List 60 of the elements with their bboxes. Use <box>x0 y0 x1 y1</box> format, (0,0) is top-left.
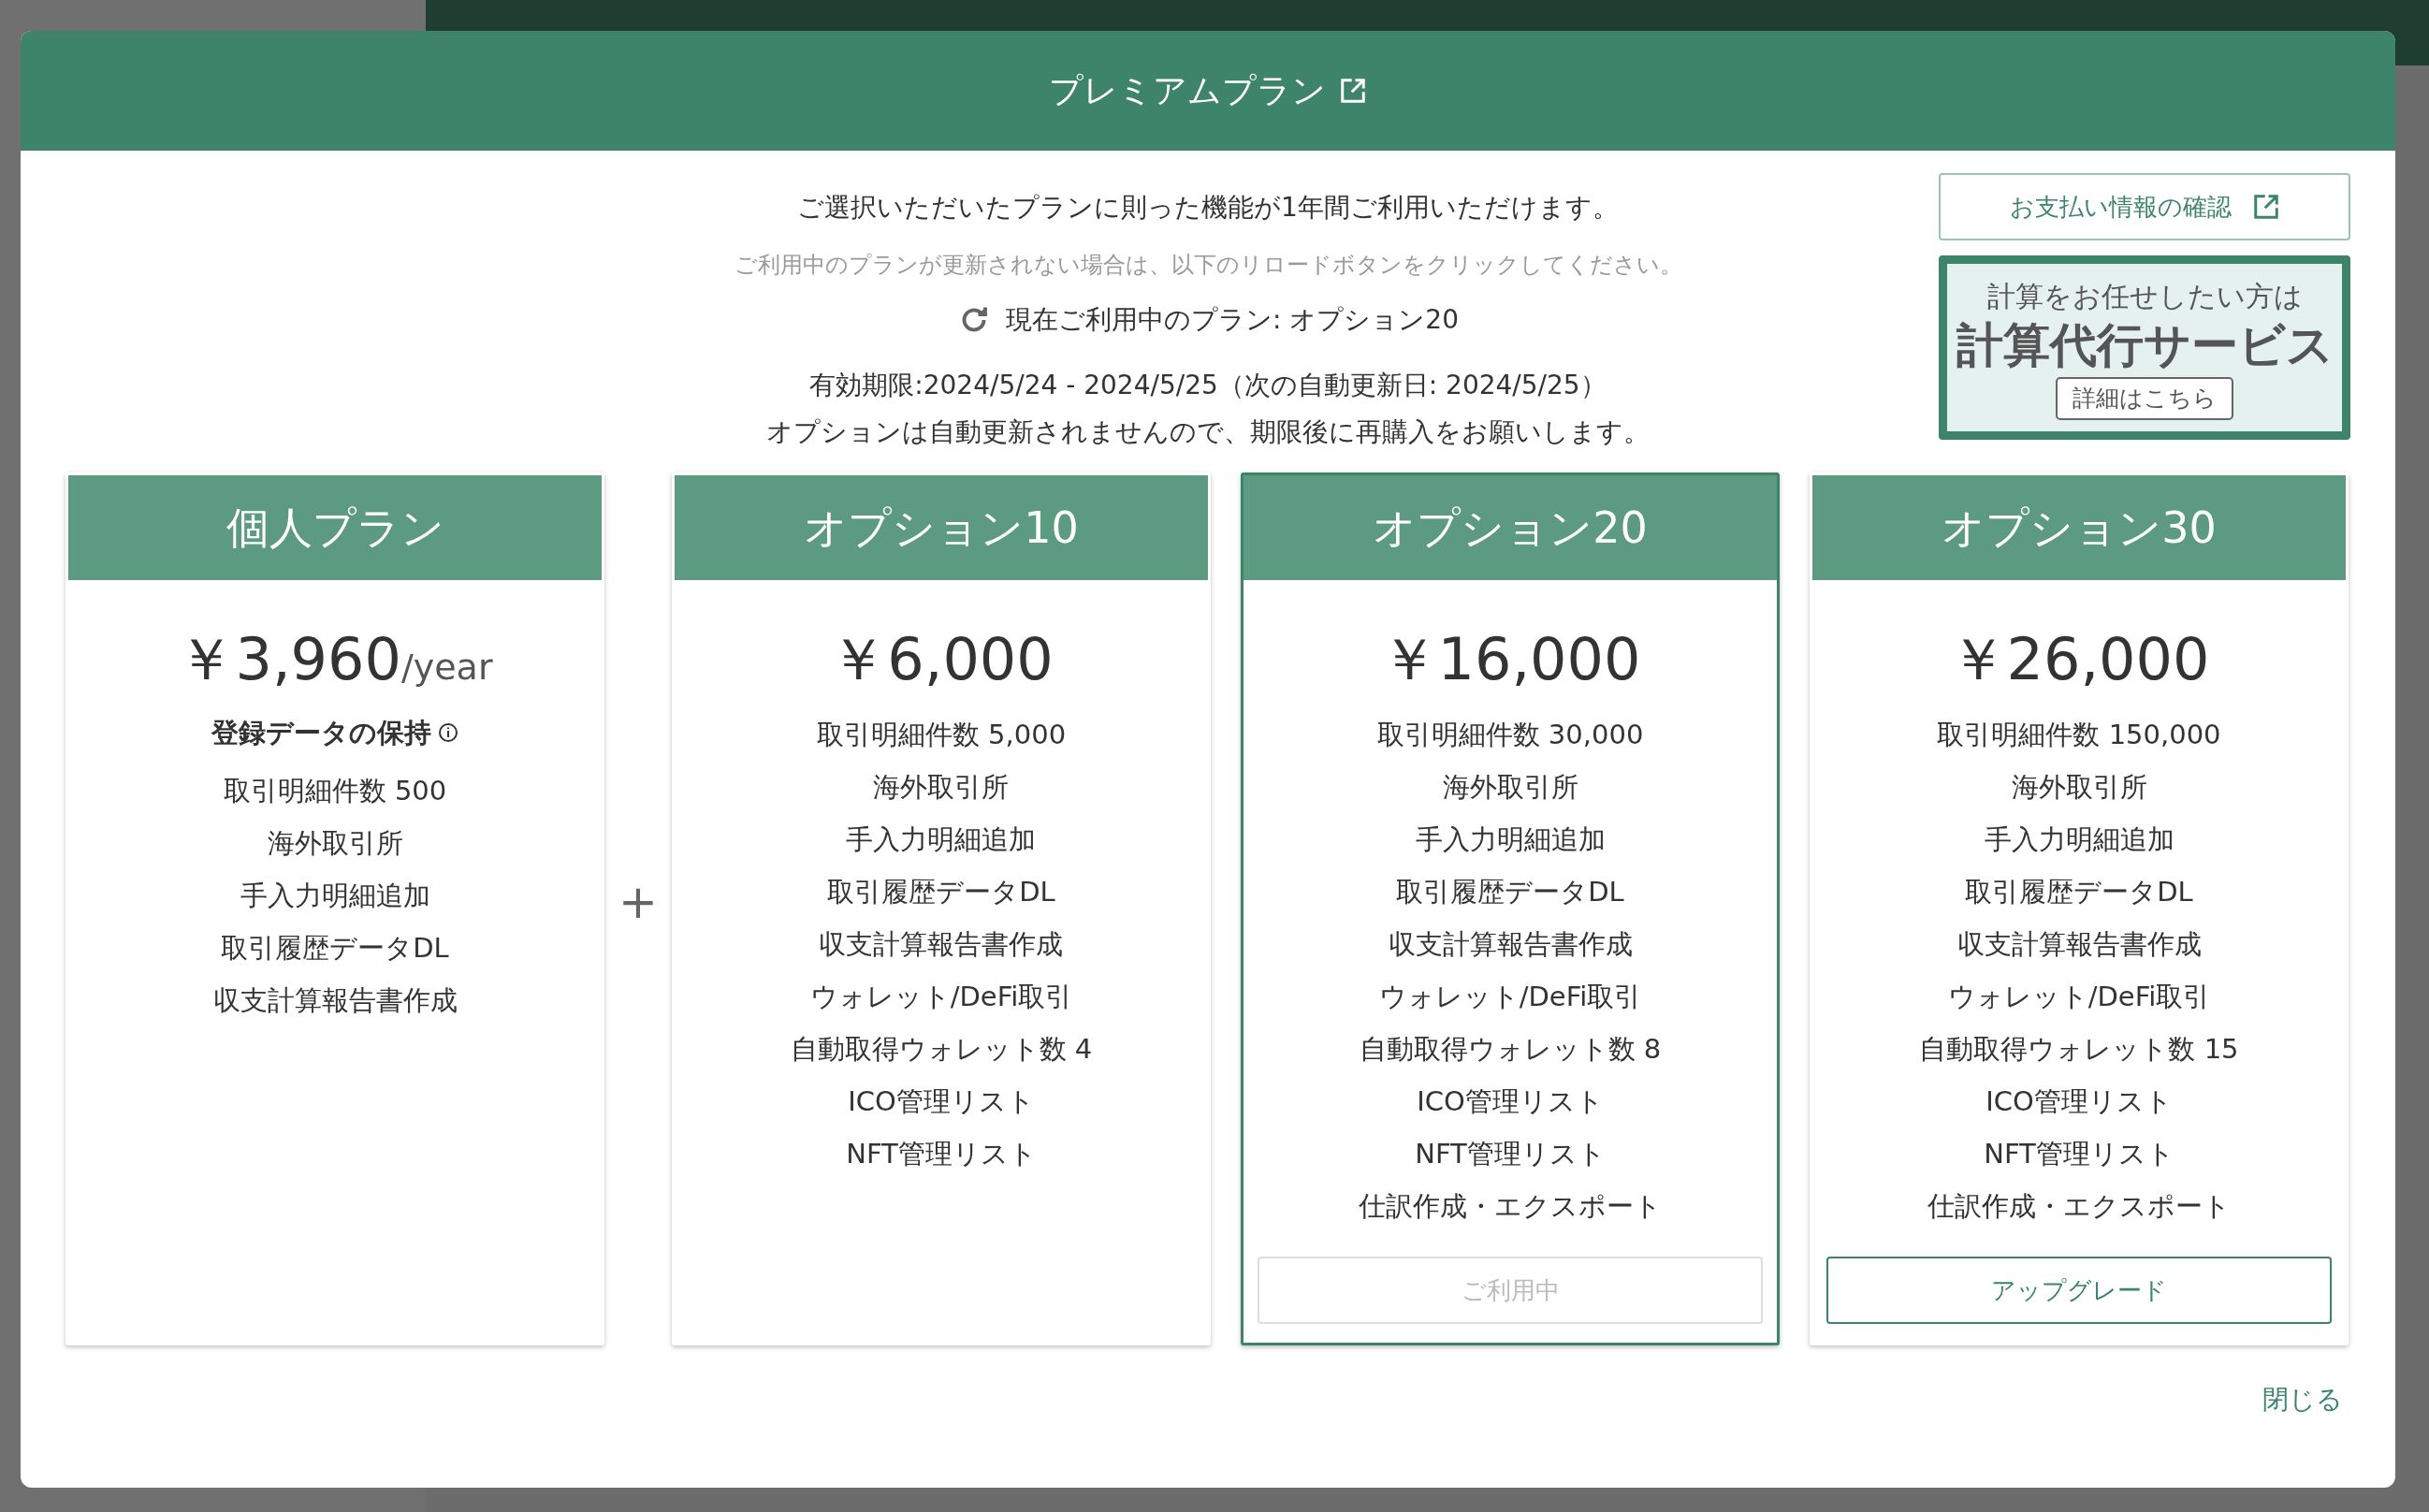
feature-text: ウォレット/DeFi取引 <box>809 980 1073 1014</box>
feature-text: ICO管理リスト <box>848 1084 1035 1119</box>
feature-text: ウォレット/DeFi取引 <box>1378 980 1642 1014</box>
info-icon[interactable] <box>436 721 459 744</box>
plan-title: オプション20 <box>1244 475 1777 580</box>
feature-text: 取引明細件数 5,000 <box>816 718 1067 752</box>
validity-text: 有効期限:2024/5/24 - 2024/5/25（次の自動更新日: 2024/5/25） <box>809 369 1607 402</box>
feature-text: 取引履歴データDL <box>1965 875 2193 909</box>
plan-title: 個人プラン <box>68 475 602 580</box>
feature-text: 取引明細件数 500 <box>223 774 447 808</box>
details-button[interactable]: 詳細はこちら <box>2056 377 2233 420</box>
feature-text: 海外取引所 <box>873 770 1010 805</box>
retention-text: 登録データの保持 <box>211 716 431 750</box>
feature-text: 手入力明細追加 <box>1415 822 1606 857</box>
feature-text: 海外取引所 <box>2011 770 2147 805</box>
feature-text: 海外取引所 <box>267 826 403 861</box>
upgrade-button[interactable]: アップグレード <box>1826 1257 2332 1324</box>
feature-text: NFT管理リスト <box>846 1137 1037 1171</box>
feature-text: ICO管理リスト <box>1985 1084 2173 1119</box>
intro-text: ご選択いただいたプランに則った機能が1年間ご利用いただけます。 <box>797 191 1619 225</box>
price-period: /year <box>400 646 493 690</box>
plan-price: ￥26,000 <box>1948 624 2210 695</box>
promo-title: 計算代行サービス <box>1956 317 2334 373</box>
feature-text: 収支計算報告書作成 <box>819 927 1064 962</box>
feature-text: 取引履歴データDL <box>827 875 1055 909</box>
payment-info-button[interactable]: お支払い情報の確認 <box>1939 173 2350 240</box>
feature-text: ICO管理リスト <box>1417 1084 1604 1119</box>
feature-text: 手入力明細追加 <box>240 879 430 913</box>
feature-text: 仕訳作成・エクスポート <box>1927 1189 2231 1224</box>
current-plan-text: 現在ご利用中のプラン: オプション20 <box>1006 303 1459 337</box>
feature-text: 収支計算報告書作成 <box>1388 927 1633 962</box>
feature-text: 海外取引所 <box>1442 770 1578 805</box>
feature-text: 収支計算報告書作成 <box>212 983 458 1018</box>
feature-text: 自動取得ウォレット数 4 <box>790 1032 1093 1067</box>
close-button[interactable]: 閉じる <box>2262 1380 2343 1419</box>
plan-title: オプション30 <box>1812 475 2346 580</box>
plus-sign: + <box>618 873 659 931</box>
plan-title: オプション10 <box>675 475 1208 580</box>
feature-text: 収支計算報告書作成 <box>1956 927 2202 962</box>
feature-text: 取引明細件数 30,000 <box>1376 718 1644 752</box>
plan-price: ￥3,960 <box>177 624 401 695</box>
renewal-note: オプションは自動更新されませんので、期限後に再購入をお願いします。 <box>766 415 1650 449</box>
plan-price: ￥6,000 <box>829 624 1054 695</box>
feature-text: 仕訳作成・エクスポート <box>1359 1189 1662 1224</box>
feature-text: 自動取得ウォレット数 8 <box>1359 1032 1662 1067</box>
feature-text: 自動取得ウォレット数 15 <box>1919 1032 2239 1067</box>
feature-text: 手入力明細追加 <box>846 822 1037 857</box>
plan-price: ￥16,000 <box>1379 624 1641 695</box>
feature-text: 取引履歴データDL <box>221 931 449 966</box>
note-text: ご利用中のプランが更新されない場合は、以下のリロードボタンをクリックしてください。 <box>734 251 1682 280</box>
external-link-icon <box>1339 77 1367 105</box>
feature-text: 取引履歴データDL <box>1396 875 1624 909</box>
feature-text: ウォレット/DeFi取引 <box>1947 980 2211 1014</box>
feature-text: 手入力明細追加 <box>1984 822 2174 857</box>
feature-text: NFT管理リスト <box>1415 1137 1606 1171</box>
external-link-icon <box>2251 193 2280 221</box>
feature-text: NFT管理リスト <box>1984 1137 2174 1171</box>
feature-text: 取引明細件数 150,000 <box>1937 718 2221 752</box>
promo-lead-text: 計算をお任せしたい方は <box>1986 279 2303 314</box>
modal-title: プレミアムプラン <box>1049 70 1326 111</box>
